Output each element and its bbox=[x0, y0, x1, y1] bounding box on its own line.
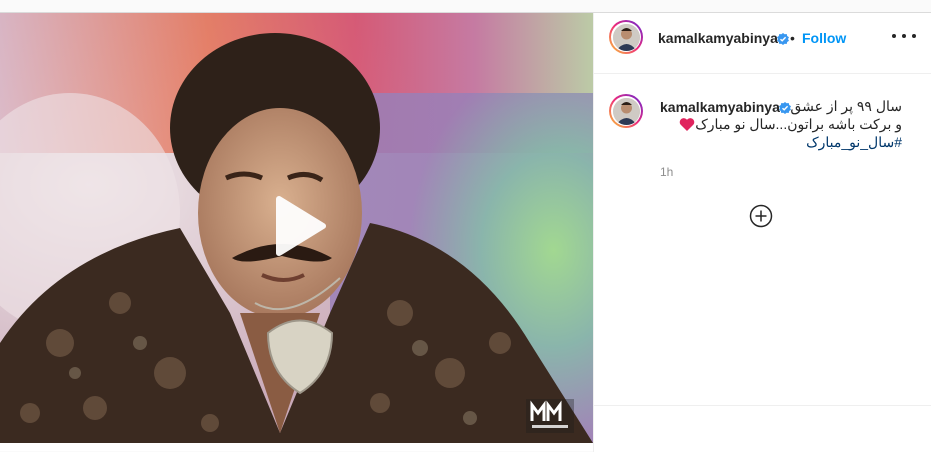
plus-circle-icon[interactable] bbox=[749, 204, 773, 228]
play-button[interactable] bbox=[265, 193, 331, 259]
post-side-panel: kamalkamyabinya • Follow kamalkamyabinya… bbox=[593, 13, 931, 452]
verified-badge-icon bbox=[777, 33, 789, 45]
caption-text: سال ۹۹ پر از عشق و برکت باشه براتون...سا… bbox=[658, 97, 902, 151]
more-options-icon[interactable] bbox=[892, 28, 916, 44]
follow-button[interactable]: Follow bbox=[802, 30, 846, 46]
play-icon bbox=[276, 196, 326, 256]
hashtag-link-wrap: #سال_نو_مبارک bbox=[658, 133, 902, 151]
post-header: kamalkamyabinya • Follow bbox=[594, 13, 931, 74]
post-timestamp[interactable]: 1h bbox=[660, 165, 673, 179]
caption-line-1: سال ۹۹ پر از عشق bbox=[790, 98, 902, 114]
post-video[interactable] bbox=[0, 13, 593, 443]
header-username[interactable]: kamalkamyabinya bbox=[658, 30, 778, 46]
caption-avatar[interactable] bbox=[609, 94, 643, 128]
hashtag-link[interactable]: #سال_نو_مبارک bbox=[806, 134, 902, 150]
divider bbox=[594, 405, 931, 406]
channel-watermark-logo bbox=[526, 399, 574, 433]
avatar[interactable] bbox=[609, 20, 643, 54]
instagram-post: kamalkamyabinya • Follow kamalkamyabinya… bbox=[0, 12, 931, 452]
caption-line-2: و برکت باشه براتون...سال نو مبارک bbox=[695, 116, 902, 132]
avatar-image bbox=[612, 23, 640, 51]
caption-line-2-wrap: و برکت باشه براتون...سال نو مبارک bbox=[658, 115, 902, 133]
separator-dot: • bbox=[790, 30, 795, 46]
avatar-image bbox=[612, 97, 640, 125]
red-heart-emoji-icon bbox=[679, 118, 695, 131]
